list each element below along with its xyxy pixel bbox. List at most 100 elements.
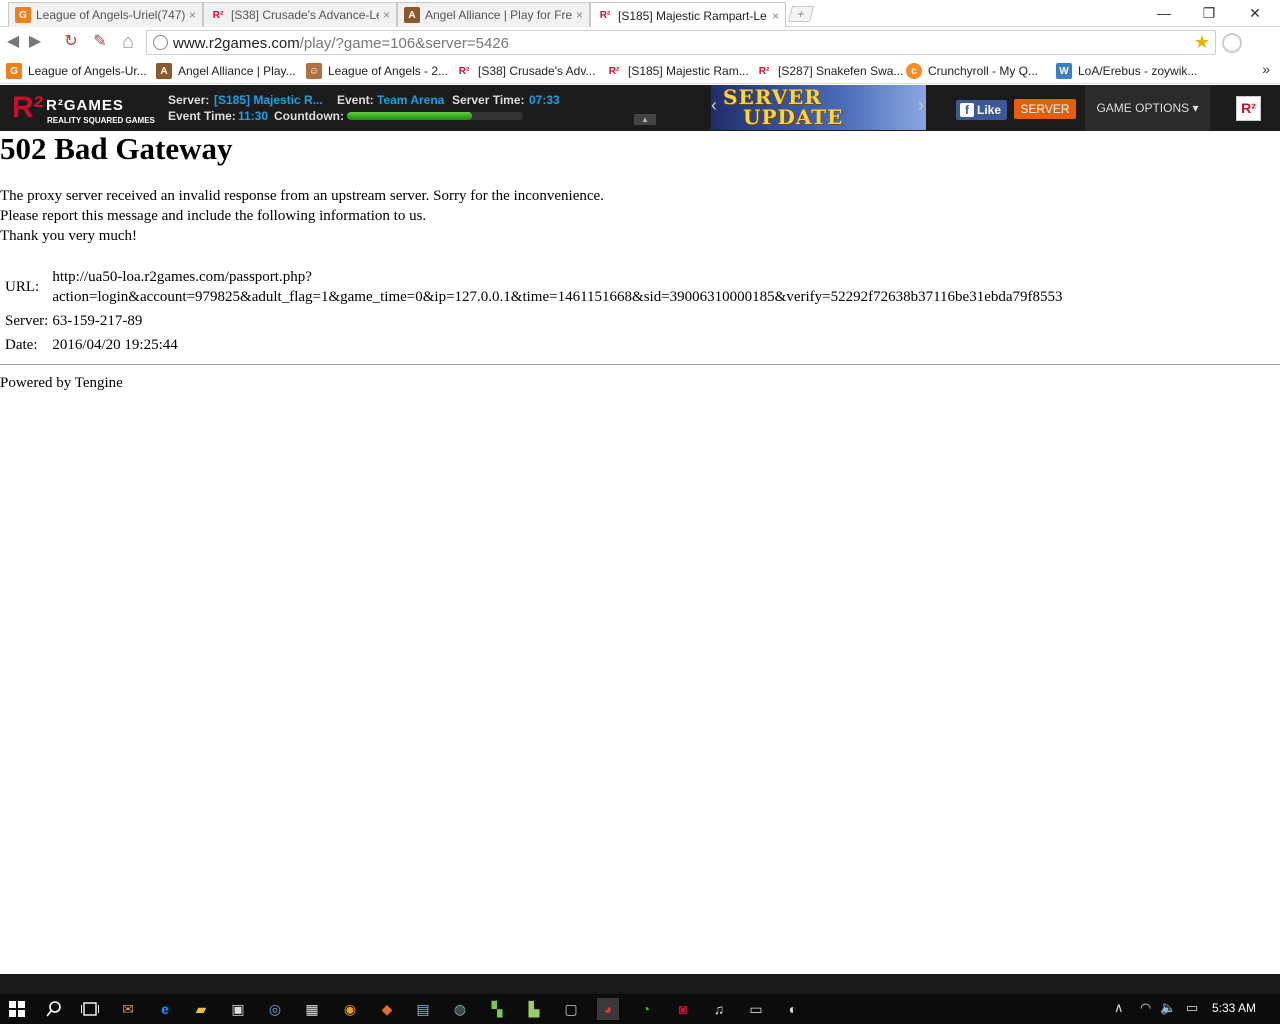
- error-line: The proxy server received an invalid res…: [0, 188, 604, 204]
- tab-strip: G League of Angels-Uriel(747) × R² [S38]…: [0, 0, 1280, 28]
- tab-close-icon[interactable]: ×: [772, 9, 779, 23]
- url-path: /play/?game=106&server=5426: [299, 35, 510, 52]
- browser-taskbar-icon[interactable]: ◕: [597, 998, 619, 1020]
- tab-close-icon[interactable]: ×: [383, 8, 390, 22]
- tab-majestic-rampart[interactable]: R² [S185] Majestic Rampart-Le ×: [590, 2, 786, 28]
- server-button[interactable]: SERVER: [1014, 99, 1076, 119]
- bookmark-label: Angel Alliance | Play...: [178, 64, 296, 78]
- error-info-table: URL: http://ua50-loa.r2games.com/passpor…: [2, 264, 1066, 358]
- error-line: Please report this message and include t…: [0, 208, 427, 224]
- countdown-progress: [347, 112, 523, 120]
- home-icon[interactable]: ⌂: [116, 32, 140, 52]
- tray-overflow-icon[interactable]: ∧: [1114, 1000, 1124, 1016]
- bookmark-label: [S38] Crusade's Adv...: [478, 64, 596, 78]
- minimize-icon[interactable]: —: [1153, 4, 1175, 22]
- server-value[interactable]: [S185] Majestic R...: [214, 93, 323, 107]
- notification-icon[interactable]: ▭: [1186, 1000, 1198, 1016]
- bookmarks-overflow-icon[interactable]: »: [1262, 61, 1270, 77]
- file-explorer-icon[interactable]: ▰: [190, 998, 212, 1020]
- tab-league-of-angels-uriel[interactable]: G League of Angels-Uriel(747) ×: [8, 2, 203, 27]
- app-icon[interactable]: ▚: [486, 998, 508, 1020]
- event-time-label: Event Time:: [168, 109, 236, 123]
- r2-app-icon[interactable]: ◙: [672, 998, 694, 1020]
- app-icon[interactable]: ✉: [117, 998, 139, 1020]
- app-icon[interactable]: ▤: [412, 998, 434, 1020]
- globe-icon: [153, 35, 168, 50]
- close-window-icon[interactable]: ✕: [1244, 4, 1266, 22]
- tab-crusades-advance[interactable]: R² [S38] Crusade's Advance-Le ×: [203, 2, 397, 27]
- new-tab-button[interactable]: +: [787, 6, 815, 22]
- bookmark-label: League of Angels-Ur...: [28, 64, 147, 78]
- app-icon[interactable]: ◎: [264, 998, 286, 1020]
- task-view-icon[interactable]: [79, 998, 101, 1020]
- back-icon[interactable]: ◀: [4, 32, 22, 52]
- server-info-value: 63-159-217-89: [52, 313, 143, 329]
- store-icon[interactable]: ▣: [227, 998, 249, 1020]
- table-row: Date: 2016/04/20 19:25:44: [4, 334, 1064, 356]
- loa-girl-favicon-icon: ☺: [306, 63, 322, 79]
- table-row: URL: http://ua50-loa.r2games.com/passpor…: [4, 266, 1064, 308]
- bookmarks-bar: G League of Angels-Ur... A Angel Allianc…: [0, 58, 1280, 84]
- browser-toolbar: ◀ ▶ ↻ ✎ ⌂ www.r2games.com/play/?game=106…: [0, 27, 1280, 58]
- server-label: Server:: [168, 93, 210, 107]
- tools-icon[interactable]: ✎: [89, 32, 111, 52]
- tab-angel-alliance[interactable]: A Angel Alliance | Play for Fre ×: [397, 2, 590, 27]
- edge-icon[interactable]: e: [154, 998, 176, 1020]
- app-icon[interactable]: ◆: [376, 998, 398, 1020]
- facebook-icon: f: [960, 103, 974, 117]
- forward-icon[interactable]: ▶: [26, 32, 44, 52]
- bookmark-league-of-angels-2[interactable]: ☺ League of Angels - 2...: [306, 62, 448, 80]
- r2-logo-name: R²GAMES: [46, 97, 124, 114]
- address-bar[interactable]: www.r2games.com/play/?game=106&server=54…: [146, 30, 1216, 55]
- r2-favicon-icon: R²: [212, 9, 224, 21]
- bookmark-majestic-ram[interactable]: R² [S185] Majestic Ram...: [606, 62, 749, 80]
- chrome-icon[interactable]: ◔: [635, 998, 657, 1020]
- error-message: The proxy server received an invalid res…: [0, 186, 604, 246]
- restore-icon[interactable]: ❐: [1198, 4, 1220, 22]
- app-icon[interactable]: ▢: [560, 998, 582, 1020]
- bookmark-snakefen-swa[interactable]: R² [S287] Snakefen Swa...: [756, 62, 904, 80]
- bookmark-label: [S185] Majestic Ram...: [628, 64, 749, 78]
- search-icon[interactable]: [43, 998, 65, 1020]
- bookmark-crusades-adv[interactable]: R² [S38] Crusade's Adv...: [456, 62, 596, 80]
- tab-close-icon[interactable]: ×: [189, 8, 196, 22]
- bookmark-angel-alliance[interactable]: A Angel Alliance | Play...: [156, 62, 296, 80]
- bookmark-star-icon[interactable]: ★: [1194, 32, 1210, 53]
- error-line: Thank you very much!: [0, 228, 138, 244]
- app-icon[interactable]: ▙: [523, 998, 545, 1020]
- app-icon[interactable]: ◐: [782, 998, 804, 1020]
- tab-close-icon[interactable]: ×: [576, 8, 583, 22]
- bookmark-label: Crunchyroll - My Q...: [928, 64, 1039, 78]
- bookmark-league-of-angels-ur[interactable]: G League of Angels-Ur...: [6, 62, 147, 80]
- facebook-like-button[interactable]: f Like: [956, 100, 1007, 120]
- volume-icon[interactable]: 🔈: [1160, 1000, 1176, 1016]
- app-icon[interactable]: ▭: [745, 998, 767, 1020]
- collapse-bar-button[interactable]: ▲: [634, 114, 656, 125]
- divider: [0, 364, 1280, 365]
- address-url[interactable]: www.r2games.com/play/?game=106&server=54…: [173, 35, 509, 52]
- bookmark-label: LoA/Erebus - zoywik...: [1078, 64, 1198, 78]
- calculator-icon[interactable]: ▦: [301, 998, 323, 1020]
- windows-start-icon[interactable]: [6, 998, 28, 1020]
- bookmark-crunchyroll[interactable]: c Crunchyroll - My Q...: [906, 62, 1038, 80]
- server-time-label: Server Time:: [452, 93, 525, 107]
- extension-icon[interactable]: [1222, 33, 1242, 53]
- banner-prev-icon[interactable]: ‹: [711, 95, 717, 116]
- reload-icon[interactable]: ↻: [60, 32, 82, 52]
- game-options-menu[interactable]: GAME OPTIONS ▾: [1085, 85, 1210, 131]
- r2-account-icon[interactable]: R²: [1236, 96, 1261, 121]
- app-icon[interactable]: ◉: [339, 998, 361, 1020]
- banner-next-icon[interactable]: ›: [918, 95, 924, 116]
- bookmark-loa-erebus[interactable]: W LoA/Erebus - zoywik...: [1056, 62, 1197, 80]
- table-row: Server: 63-159-217-89: [4, 310, 1064, 332]
- app-icon[interactable]: ◍: [449, 998, 471, 1020]
- wifi-icon[interactable]: ◠: [1140, 1000, 1151, 1016]
- r2games-logo[interactable]: R² R²GAMES REALITY SQUARED GAMES: [12, 88, 157, 128]
- itunes-icon[interactable]: ♫: [708, 998, 730, 1020]
- taskbar-clock[interactable]: 5:33 AM: [1212, 1001, 1256, 1015]
- server-update-banner[interactable]: ‹ SERVER UPDATE ›: [711, 85, 926, 130]
- wiki-favicon-icon: W: [1056, 63, 1072, 79]
- r2-favicon-icon: R²: [758, 65, 770, 77]
- date-value: 2016/04/20 19:25:44: [52, 337, 178, 353]
- r2-logo-tagline: REALITY SQUARED GAMES: [47, 116, 155, 125]
